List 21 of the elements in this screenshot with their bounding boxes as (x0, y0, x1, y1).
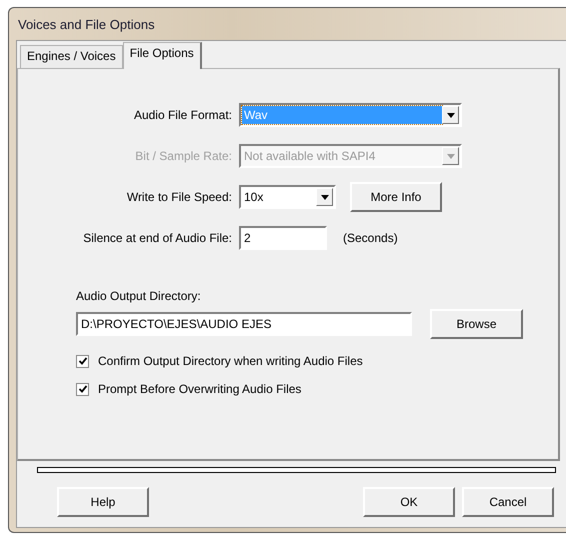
dialog-button[interactable]: Cancel (462, 487, 554, 517)
input-field[interactable]: D:\PROYECTO\EJES\AUDIO EJES (76, 312, 412, 336)
checkbox-label: Confirm Output Directory when writing Audio Files (98, 354, 363, 368)
checkbox-label: Prompt Before Overwriting Audio Files (98, 382, 302, 396)
tab[interactable]: File Options (122, 42, 202, 69)
tab[interactable]: Engines / Voices (20, 45, 123, 68)
checkbox[interactable] (76, 354, 89, 368)
dialog-button[interactable]: Help (57, 487, 149, 517)
more-info-button[interactable]: More Info (350, 182, 442, 212)
field-label: Audio Output Directory: (76, 289, 202, 303)
field-label: Bit / Sample Rate: (134, 149, 233, 163)
dropdown[interactable]: 10x (239, 185, 336, 209)
dialog-button[interactable]: OK (363, 487, 455, 517)
field-label: Audio File Format: (132, 108, 233, 122)
field-label: Write to File Speed: (126, 190, 233, 204)
window-title: Voices and File Options (17, 16, 155, 32)
field-label: Silence at end of Audio File: (82, 231, 233, 245)
checkbox[interactable] (76, 382, 89, 396)
browse-button[interactable]: Browse (430, 309, 523, 339)
input-field[interactable]: 2 (239, 226, 327, 250)
unit-label: (Seconds) (343, 231, 398, 245)
